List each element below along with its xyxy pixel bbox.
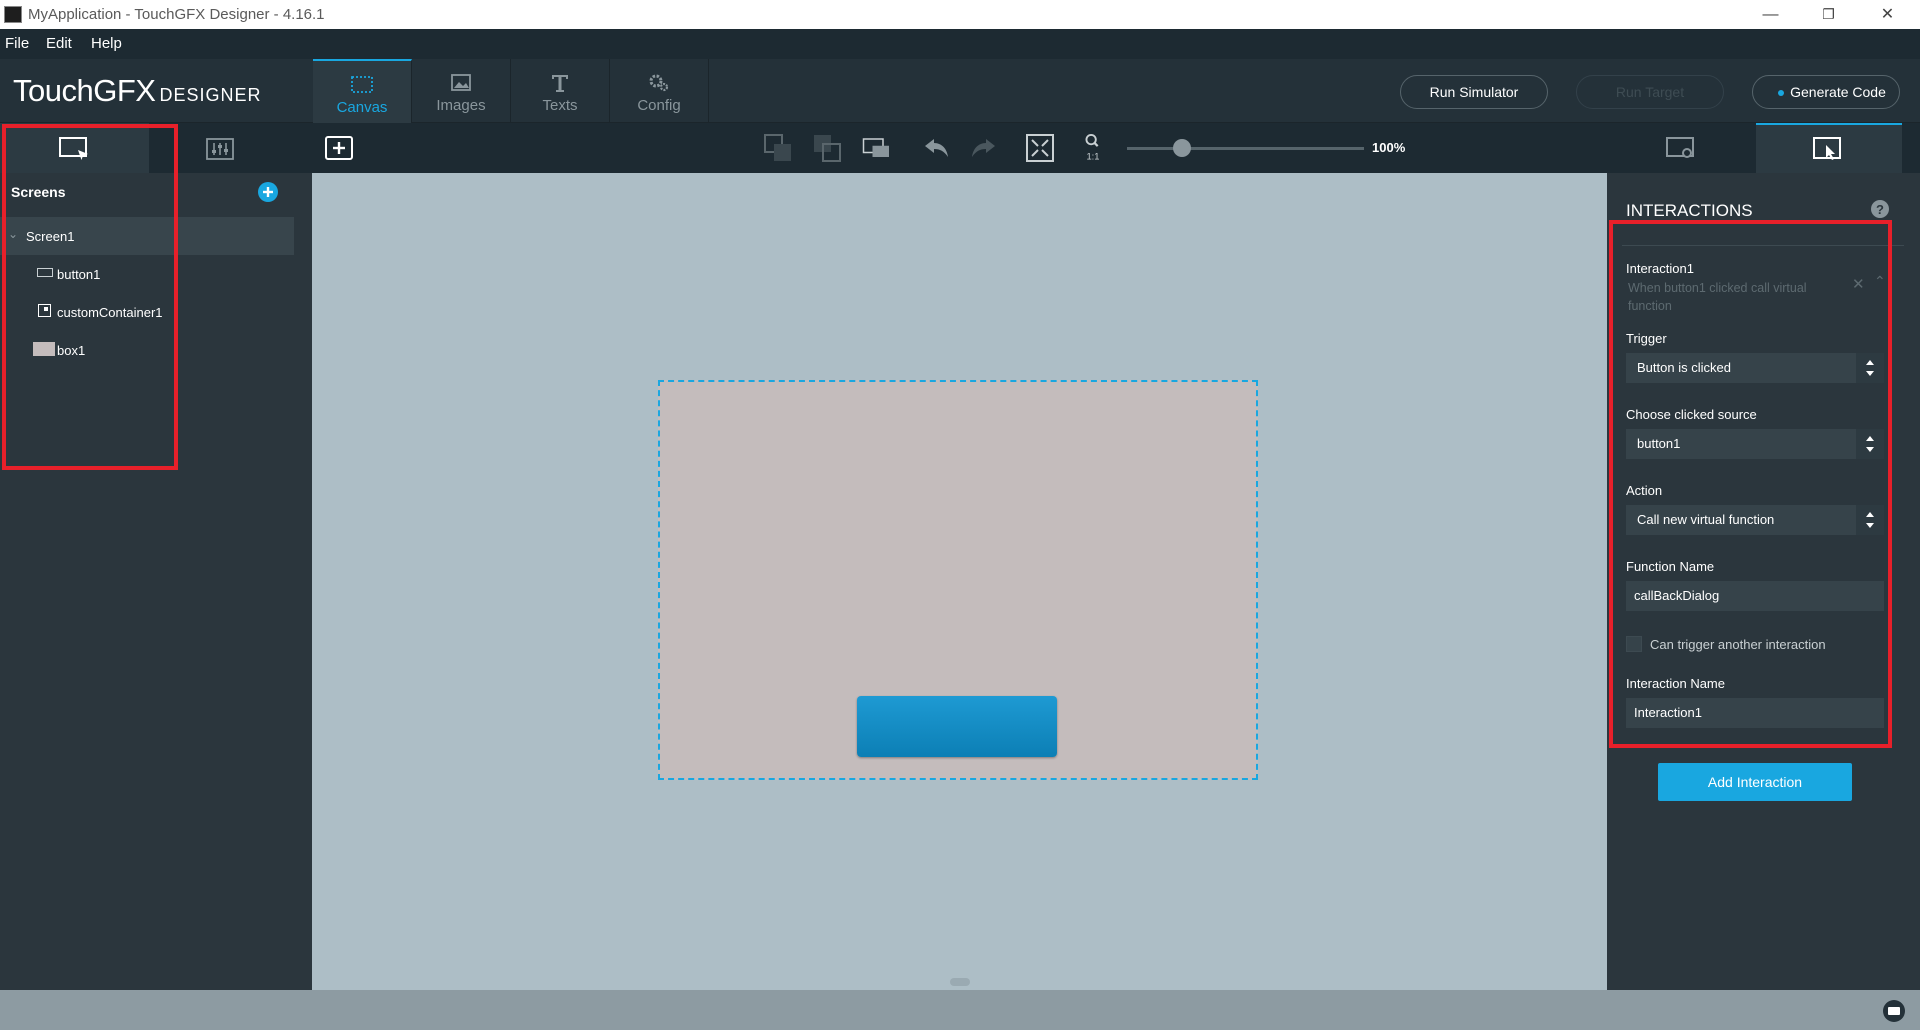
menu-file[interactable]: File (5, 35, 29, 52)
title-bar: MyApplication - TouchGFX Designer - 4.16… (0, 0, 1920, 29)
add-interaction-button[interactable]: Add Interaction (1658, 763, 1852, 801)
generate-code-button[interactable]: Generate Code (1752, 75, 1900, 109)
app-icon (4, 6, 22, 23)
redo-icon[interactable] (968, 133, 998, 163)
svg-text:?: ? (1876, 202, 1884, 217)
tab-config-label: Config (637, 97, 681, 114)
secondary-toolbar: 1:1 100% (0, 123, 1920, 173)
tab-canvas-label: Canvas (336, 99, 388, 116)
screen-preview[interactable] (658, 380, 1258, 780)
send-backward-icon[interactable] (812, 133, 842, 163)
svg-text:1:1: 1:1 (1086, 151, 1099, 161)
interactions-title: INTERACTIONS (1626, 201, 1753, 220)
add-screen-icon[interactable] (258, 182, 278, 202)
main-toolbar: TouchGFX DESIGNER Canvas Images Texts Con… (0, 59, 1920, 123)
interaction-icon (1813, 137, 1841, 160)
tab-images[interactable]: Images (412, 59, 511, 123)
minimize-button[interactable]: — (1748, 2, 1793, 27)
run-target-button[interactable]: Run Target (1576, 75, 1724, 109)
menu-bar: File Edit Help (0, 29, 1920, 59)
highlight-box-interactions (1609, 220, 1892, 748)
zoom-level: 100% (1372, 140, 1406, 155)
run-simulator-button[interactable]: Run Simulator (1400, 75, 1548, 109)
window-title: MyApplication - TouchGFX Designer - 4.16… (28, 6, 325, 23)
zoom-actual-size-icon[interactable]: 1:1 (1078, 133, 1108, 163)
highlight-box-screens (2, 124, 178, 470)
bring-forward-icon[interactable] (763, 133, 793, 163)
close-window-button[interactable]: ✕ (1865, 2, 1910, 27)
status-dot-icon (1778, 90, 1785, 97)
canvas-icon (351, 76, 373, 93)
menu-edit[interactable]: Edit (46, 35, 72, 52)
tab-canvas[interactable]: Canvas (313, 59, 412, 123)
design-canvas[interactable] (312, 173, 1607, 990)
text-icon (552, 75, 568, 92)
zoom-slider-handle[interactable] (1173, 139, 1191, 157)
generate-code-label: Generate Code (1790, 84, 1886, 100)
menu-help[interactable]: Help (91, 35, 122, 52)
tab-texts-label: Texts (542, 97, 578, 114)
zoom-slider-track[interactable] (1127, 147, 1364, 150)
fit-to-screen-icon[interactable] (1025, 133, 1055, 163)
tab-interactions-view[interactable] (1756, 123, 1902, 173)
canvas-button1[interactable] (857, 696, 1057, 757)
notification-icon[interactable] (1880, 1000, 1908, 1022)
gears-icon (649, 74, 669, 92)
screen-settings-icon[interactable] (1665, 136, 1697, 162)
tab-config[interactable]: Config (610, 59, 709, 123)
undo-icon[interactable] (922, 133, 952, 163)
logo-subtext: DESIGNER (159, 85, 262, 105)
touchgfx-logo: TouchGFX DESIGNER (13, 73, 261, 109)
restore-button[interactable]: ❐ (1806, 2, 1851, 27)
tab-texts[interactable]: Texts (511, 59, 610, 123)
status-bar (0, 990, 1920, 1030)
canvas-resize-handle[interactable] (950, 978, 970, 986)
add-widget-icon[interactable] (324, 135, 354, 161)
group-icon[interactable] (862, 133, 892, 163)
help-icon[interactable]: ? (1871, 200, 1889, 218)
image-icon (451, 74, 471, 91)
tab-images-label: Images (436, 97, 486, 114)
logo-text: TouchGFX (13, 73, 156, 108)
sliders-icon (206, 138, 234, 160)
